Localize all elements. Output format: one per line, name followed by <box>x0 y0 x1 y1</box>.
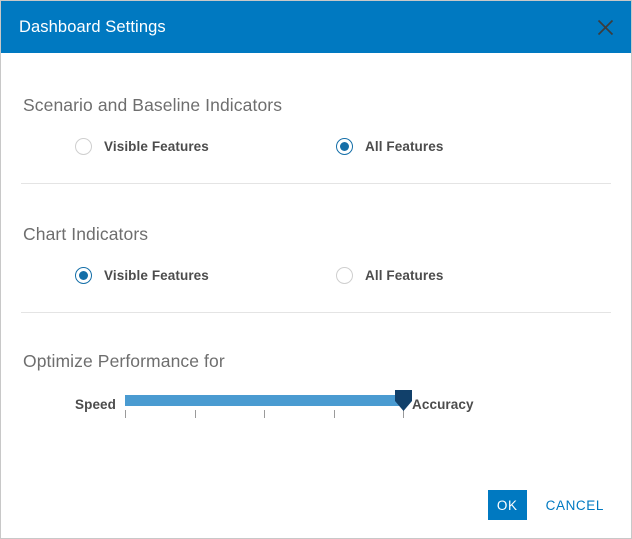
close-icon[interactable] <box>591 13 619 41</box>
ok-button[interactable]: OK <box>488 490 527 520</box>
section-title: Optimize Performance for <box>21 351 611 372</box>
radio-group-chart-indicators: Visible Features All Features <box>21 267 611 284</box>
slider-tick <box>195 410 196 418</box>
radio-option-all-features[interactable]: All Features <box>336 138 443 155</box>
radio-option-visible-features[interactable]: Visible Features <box>75 267 336 284</box>
slider-tick <box>264 410 265 418</box>
slider-tick <box>403 410 404 418</box>
cancel-button[interactable]: CANCEL <box>546 490 604 520</box>
performance-slider[interactable] <box>125 389 403 419</box>
radio-option-visible-features[interactable]: Visible Features <box>75 138 336 155</box>
slider-tick <box>125 410 126 418</box>
section-title: Chart Indicators <box>21 224 611 245</box>
section-title: Scenario and Baseline Indicators <box>21 95 611 116</box>
performance-slider-row: Speed Accuracy <box>21 389 611 419</box>
radio-option-all-features[interactable]: All Features <box>336 267 443 284</box>
radio-icon-unselected <box>336 267 353 284</box>
radio-icon-selected <box>75 267 92 284</box>
dialog-title: Dashboard Settings <box>19 18 166 37</box>
slider-tick <box>334 410 335 418</box>
radio-option-label: All Features <box>365 139 443 154</box>
section-optimize-performance: Optimize Performance for Speed Accuracy <box>1 313 631 419</box>
dialog-body: Scenario and Baseline Indicators Visible… <box>1 53 631 490</box>
section-chart-indicators: Chart Indicators Visible Features All Fe… <box>1 184 631 284</box>
dialog-footer: OK CANCEL <box>1 490 631 538</box>
slider-label-speed: Speed <box>75 397 116 412</box>
radio-icon-selected <box>336 138 353 155</box>
radio-option-label: Visible Features <box>104 268 209 283</box>
radio-option-label: All Features <box>365 268 443 283</box>
slider-label-accuracy: Accuracy <box>412 397 474 412</box>
radio-icon-unselected <box>75 138 92 155</box>
dialog-header: Dashboard Settings <box>1 1 631 53</box>
dashboard-settings-dialog: Dashboard Settings Scenario and Baseline… <box>0 0 632 539</box>
slider-ticks <box>125 410 403 419</box>
radio-group-scenario-baseline: Visible Features All Features <box>21 138 611 155</box>
section-scenario-baseline-indicators: Scenario and Baseline Indicators Visible… <box>1 53 631 155</box>
radio-option-label: Visible Features <box>104 139 209 154</box>
slider-track[interactable] <box>125 395 403 406</box>
slider-handle[interactable] <box>395 390 412 411</box>
